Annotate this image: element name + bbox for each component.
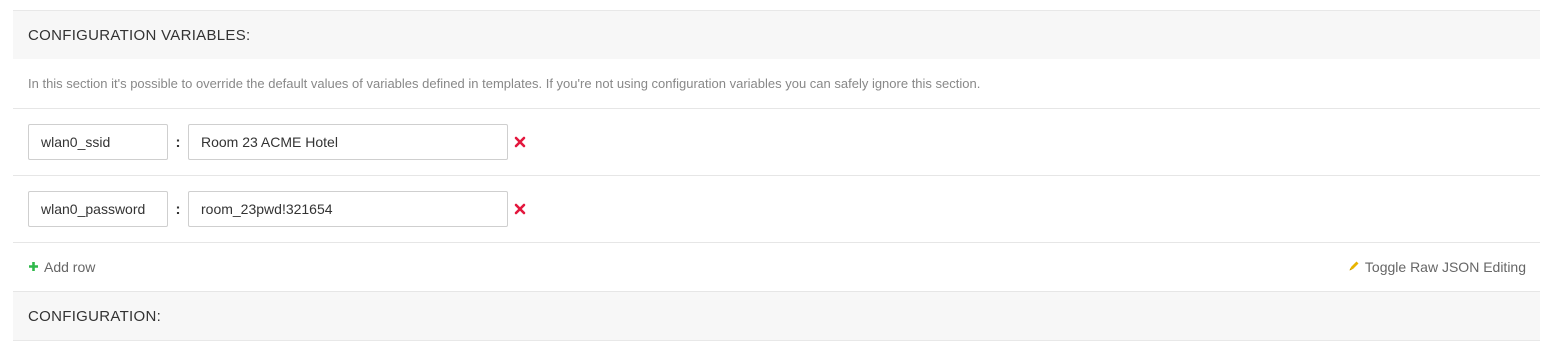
section-title: CONFIGURATION VARIABLES: xyxy=(28,26,251,44)
variable-key-input[interactable] xyxy=(28,191,168,227)
remove-row-button[interactable] xyxy=(514,203,526,215)
variable-value-input[interactable] xyxy=(188,191,508,227)
variable-row: : xyxy=(13,109,1540,176)
section-header-config-variables: CONFIGURATION VARIABLES: xyxy=(13,10,1540,59)
help-text: In this section it's possible to overrid… xyxy=(13,59,1540,109)
section-title: CONFIGURATION: xyxy=(28,307,162,325)
toggle-raw-json-label: Toggle Raw JSON Editing xyxy=(1364,259,1526,275)
pencil-icon xyxy=(1348,259,1360,275)
add-row-label: Add row xyxy=(44,259,96,275)
remove-row-button[interactable] xyxy=(514,136,526,148)
config-variables-panel: CONFIGURATION VARIABLES: In this section… xyxy=(13,10,1540,341)
key-value-separator: : xyxy=(175,200,181,218)
variable-key-input[interactable] xyxy=(28,124,168,160)
actions-row: Add row Toggle Raw JSON Editing xyxy=(13,243,1540,292)
close-icon xyxy=(514,203,526,215)
variable-row: : xyxy=(13,176,1540,243)
toggle-raw-json-button[interactable]: Toggle Raw JSON Editing xyxy=(1348,259,1526,275)
variable-value-input[interactable] xyxy=(188,124,508,160)
close-icon xyxy=(514,136,526,148)
key-value-separator: : xyxy=(175,133,181,151)
plus-icon xyxy=(28,259,39,275)
section-header-configuration: CONFIGURATION: xyxy=(13,292,1540,341)
help-text-content: In this section it's possible to overrid… xyxy=(28,76,981,91)
add-row-button[interactable]: Add row xyxy=(28,259,95,275)
